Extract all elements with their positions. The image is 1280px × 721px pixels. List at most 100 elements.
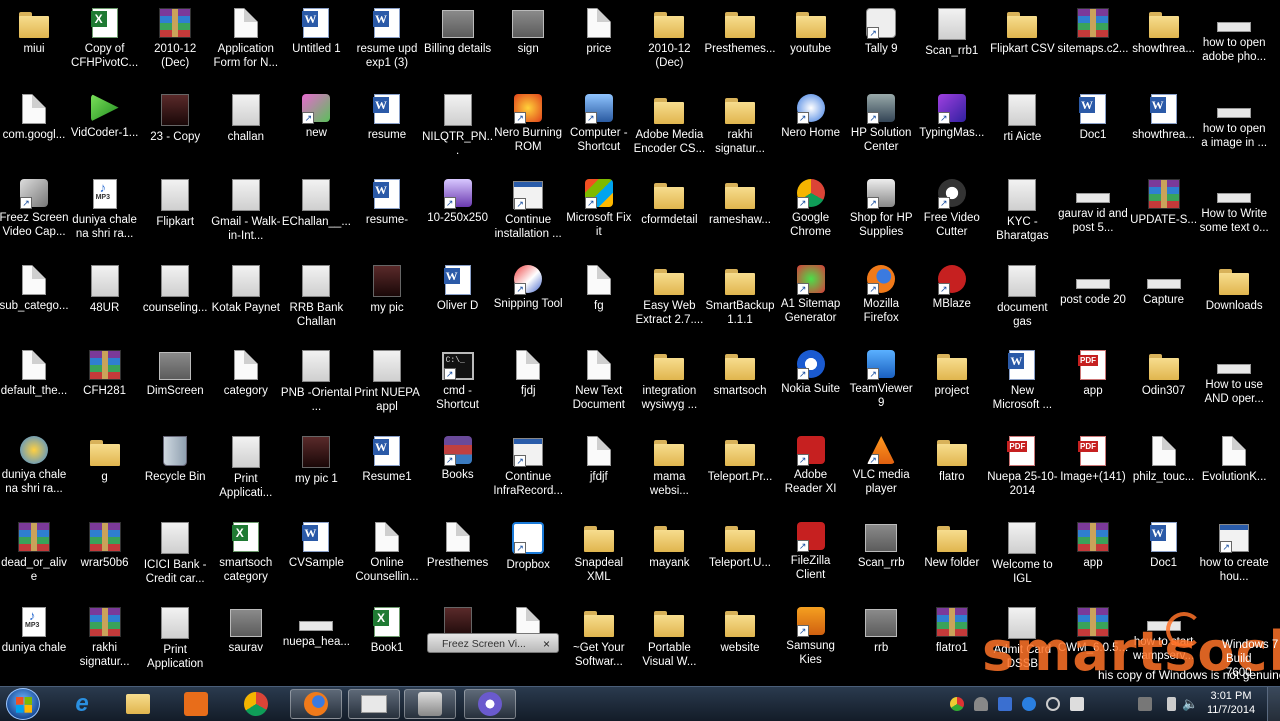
desktop-icon[interactable]: Nero Burning ROM bbox=[492, 90, 564, 172]
desktop-icon[interactable]: Book1 bbox=[351, 603, 423, 685]
desktop-icon[interactable]: miui bbox=[0, 4, 70, 86]
desktop-icon[interactable]: Gmail - Walk-in-Int... bbox=[210, 175, 282, 257]
desktop-icon[interactable]: A1 Sitemap Generator bbox=[775, 261, 847, 343]
desktop-icon[interactable]: UPDATE-S... bbox=[1128, 175, 1200, 257]
taskbar-camera-button[interactable] bbox=[404, 689, 456, 719]
desktop-icon[interactable]: app bbox=[1057, 346, 1129, 428]
desktop-icon[interactable]: TypingMas... bbox=[916, 90, 988, 172]
desktop-icon[interactable]: rakhi signatur... bbox=[704, 90, 776, 172]
desktop-icon[interactable]: Nokia Suite bbox=[775, 346, 847, 428]
start-button[interactable] bbox=[6, 688, 40, 720]
desktop-icon[interactable]: Scan_rrb bbox=[845, 518, 917, 600]
desktop-icon[interactable]: smartsoch category bbox=[210, 518, 282, 600]
desktop-icon[interactable]: Untitled 1 bbox=[280, 4, 352, 86]
desktop-icon[interactable]: HP Solution Center bbox=[845, 90, 917, 172]
taskbar-chrome-button[interactable] bbox=[230, 689, 282, 719]
desktop-icon[interactable]: jfdjf bbox=[563, 432, 635, 514]
desktop-icon[interactable]: resume bbox=[351, 90, 423, 172]
desktop-icon[interactable]: philz_touc... bbox=[1128, 432, 1200, 514]
desktop-icon[interactable]: fg bbox=[563, 261, 635, 343]
desktop-icon[interactable]: gaurav id and post 5... bbox=[1057, 175, 1129, 257]
desktop-icon[interactable]: Print NUEPA appl bbox=[351, 346, 423, 428]
desktop-icon[interactable]: ~Get Your Softwar... bbox=[563, 603, 635, 685]
desktop-icon[interactable]: project bbox=[916, 346, 988, 428]
desktop-icon[interactable]: Kotak Paynet bbox=[210, 261, 282, 343]
desktop-icon[interactable]: Microsoft Fix it bbox=[563, 175, 635, 257]
desktop-icon[interactable]: Continue installation ... bbox=[492, 175, 564, 257]
desktop-icon[interactable]: CFH281 bbox=[69, 346, 141, 428]
desktop-icon[interactable]: price bbox=[563, 4, 635, 86]
taskbar-windows-explorer-button[interactable] bbox=[112, 689, 164, 719]
desktop-icon[interactable]: mama websi... bbox=[633, 432, 705, 514]
desktop-icon[interactable]: g bbox=[69, 432, 141, 514]
clock[interactable]: 3:01 PM 11/7/2014 bbox=[1202, 689, 1260, 717]
desktop-icon[interactable]: integration wysiwyg ... bbox=[633, 346, 705, 428]
desktop-icon[interactable]: duniya chale bbox=[0, 603, 70, 685]
desktop-icon[interactable]: challan bbox=[210, 90, 282, 172]
desktop-icon[interactable]: SmartBackup 1.1.1 bbox=[704, 261, 776, 343]
desktop-icon[interactable]: how to open a image in ... bbox=[1198, 90, 1270, 172]
desktop-icon[interactable]: FileZilla Client bbox=[775, 518, 847, 600]
desktop-icon[interactable]: app bbox=[1057, 518, 1129, 600]
desktop-icon[interactable]: rameshaw... bbox=[704, 175, 776, 257]
desktop-icon[interactable]: how to open adobe pho... bbox=[1198, 4, 1270, 86]
desktop-icon[interactable]: Easy Web Extract 2.7.... bbox=[633, 261, 705, 343]
desktop-icon[interactable]: Image+(141) bbox=[1057, 432, 1129, 514]
desktop-icon[interactable]: Mozilla Firefox bbox=[845, 261, 917, 343]
app-tray-icon[interactable] bbox=[998, 697, 1012, 711]
desktop-icon[interactable]: New folder bbox=[916, 518, 988, 600]
desktop-icon[interactable]: nuepa_hea... bbox=[280, 603, 352, 685]
chrome-tray-icon[interactable] bbox=[950, 697, 964, 711]
desktop-icon[interactable]: Resume1 bbox=[351, 432, 423, 514]
desktop-icon[interactable]: Welcome to IGL bbox=[986, 518, 1058, 600]
desktop-icon[interactable]: duniya chale na shri ra... bbox=[0, 432, 70, 514]
desktop-icon[interactable]: my pic 1 bbox=[280, 432, 352, 514]
desktop-icon[interactable]: Nero Home bbox=[775, 90, 847, 172]
desktop-icon[interactable]: duniya chale na shri ra... bbox=[69, 175, 141, 257]
desktop-icon[interactable]: VLC media player bbox=[845, 432, 917, 514]
desktop-icon[interactable]: new bbox=[280, 90, 352, 172]
desktop-icon[interactable]: Portable Visual W... bbox=[633, 603, 705, 685]
desktop-icon[interactable]: Scan_rrb1 bbox=[916, 4, 988, 86]
desktop-icon[interactable]: Teleport.U... bbox=[704, 518, 776, 600]
desktop-icon[interactable]: Oliver D bbox=[422, 261, 494, 343]
desktop-icon[interactable]: Teleport.Pr... bbox=[704, 432, 776, 514]
desktop-icon[interactable]: website bbox=[704, 603, 776, 685]
desktop-icon[interactable]: flatro bbox=[916, 432, 988, 514]
desktop-icon[interactable]: EvolutionK... bbox=[1198, 432, 1270, 514]
desktop-icon[interactable]: fjdj bbox=[492, 346, 564, 428]
desktop-icon[interactable]: 48UR bbox=[69, 261, 141, 343]
desktop-icon[interactable]: Adobe Reader XI bbox=[775, 432, 847, 514]
desktop-icon[interactable]: Adobe Media Encoder CS... bbox=[633, 90, 705, 172]
battery-tray-icon[interactable] bbox=[1167, 697, 1176, 711]
desktop-icon[interactable]: New Text Document bbox=[563, 346, 635, 428]
desktop-icon[interactable]: Freez Screen Video Cap... bbox=[0, 175, 70, 257]
desktop-icon[interactable]: RRB Bank Challan bbox=[280, 261, 352, 343]
taskbar-window-button[interactable] bbox=[348, 689, 400, 719]
desktop-icon[interactable]: Capture bbox=[1128, 261, 1200, 343]
desktop-icon[interactable]: Books bbox=[422, 432, 494, 514]
desktop-icon[interactable]: showthrea... bbox=[1128, 90, 1200, 172]
desktop-icon[interactable]: Online Counsellin... bbox=[351, 518, 423, 600]
desktop-icon[interactable]: rakhi signatur... bbox=[69, 603, 141, 685]
desktop-icon[interactable]: mayank bbox=[633, 518, 705, 600]
desktop-icon[interactable]: Presthemes bbox=[422, 518, 494, 600]
desktop-icon[interactable]: Doc1 bbox=[1057, 90, 1129, 172]
desktop-icon[interactable]: Flipkart CSV bbox=[986, 4, 1058, 86]
desktop-icon[interactable]: Free Video Cutter bbox=[916, 175, 988, 257]
desktop-icon[interactable]: TeamViewer 9 bbox=[845, 346, 917, 428]
desktop-icon[interactable]: DimScreen bbox=[139, 346, 211, 428]
desktop-icon[interactable]: wrar50b6 bbox=[69, 518, 141, 600]
desktop-icon[interactable]: Application Form for N... bbox=[210, 4, 282, 86]
desktop-icon[interactable]: category bbox=[210, 346, 282, 428]
desktop-icon[interactable]: Samsung Kies bbox=[775, 603, 847, 685]
desktop-icon[interactable]: MBlaze bbox=[916, 261, 988, 343]
desktop-icon[interactable]: 2010-12 (Dec) bbox=[633, 4, 705, 86]
desktop-icon[interactable]: Billing details bbox=[422, 4, 494, 86]
desktop-icon[interactable]: Recycle Bin bbox=[139, 432, 211, 514]
desktop-icon[interactable]: com.googl... bbox=[0, 90, 70, 172]
desktop-icon[interactable]: dead_or_alive bbox=[0, 518, 70, 600]
desktop-icon[interactable]: Nuepa 25-10-2014 bbox=[986, 432, 1058, 514]
desktop-icon[interactable]: sub_catego... bbox=[0, 261, 70, 343]
desktop-icon[interactable]: VidCoder-1... bbox=[69, 90, 141, 172]
